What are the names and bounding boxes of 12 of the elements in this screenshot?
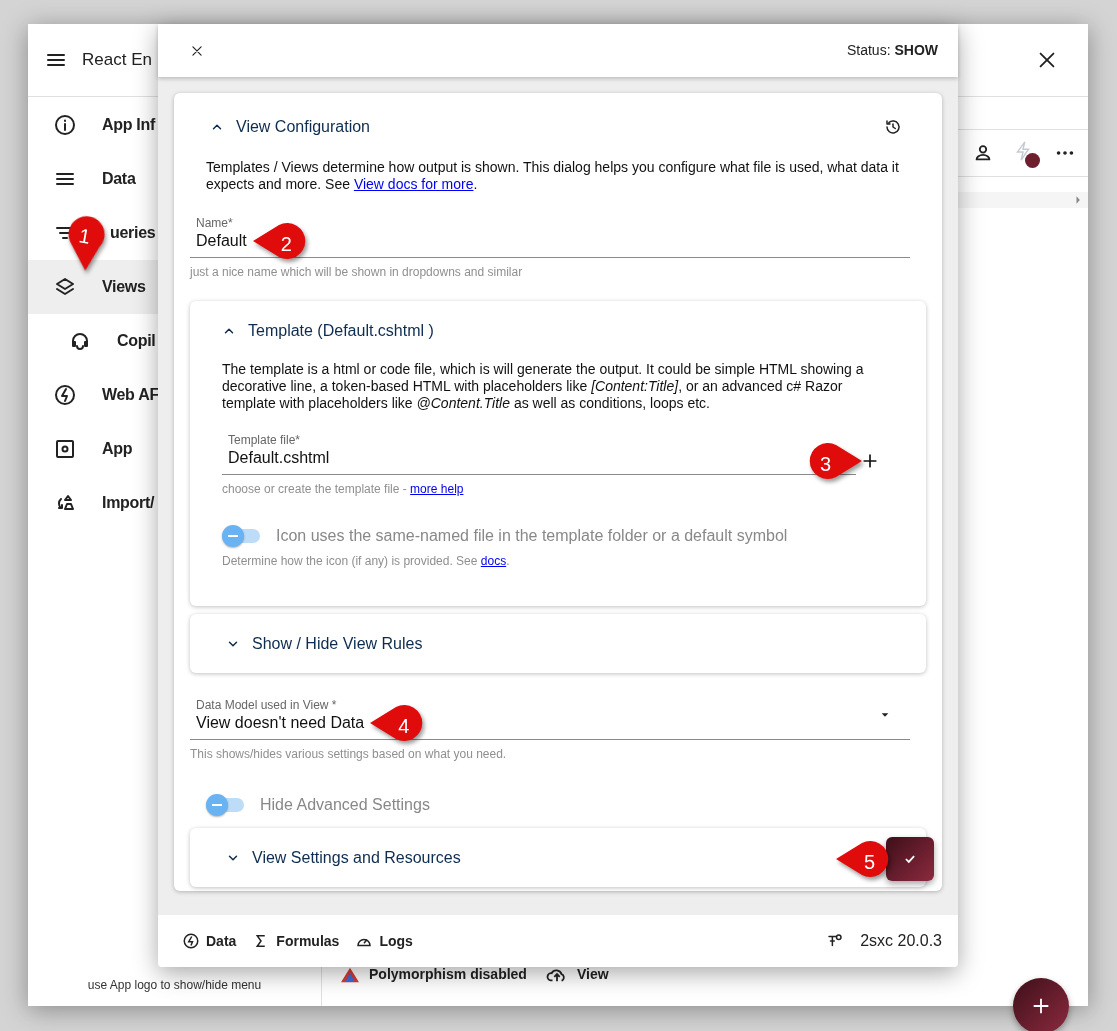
- toggle-label: Icon uses the same-named file in the template folder or a default symbol: [276, 526, 788, 546]
- helper-text: Determine how the icon (if any) is provided. See docs.: [222, 553, 511, 570]
- version-text: 2sxc 20.0.3: [860, 931, 942, 951]
- template-description: The template is a html or code file, which is will generate the output. It could be simple HTML showing a decorative line, a token-based HTML with placeholders like [Content:Title], or an advanced c# Razor template with placeholders like @Content.Title as well as conditions, loops etc.: [222, 361, 865, 412]
- intro-paragraph: Templates / Views determine how output is shown. This dialog helps you configure what file is used, what data it expects and more. See View docs for more.: [205, 159, 900, 193]
- app-title: React En: [82, 49, 152, 72]
- helper-text: choose or create the template file - more help: [222, 481, 465, 498]
- toggle-label: Hide Advanced Settings: [260, 795, 430, 815]
- status-text: Status: SHOW: [846, 41, 938, 60]
- helper-text: This shows/hides various settings based on what you need.: [190, 746, 508, 763]
- menu-hint: use App logo to show/hide menu: [86, 977, 263, 994]
- helper-text: just a nice name which will be shown in dropdowns and similar: [190, 264, 524, 281]
